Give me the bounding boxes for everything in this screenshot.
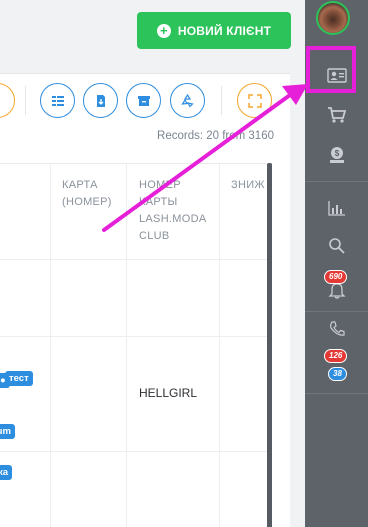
svg-text:$: $ bbox=[334, 149, 339, 158]
money-icon: $ bbox=[329, 147, 344, 163]
toolbar-separator bbox=[25, 86, 26, 115]
column-header-discount[interactable]: ЗНИЖ bbox=[231, 177, 271, 194]
archive-icon bbox=[137, 95, 150, 106]
columns-icon bbox=[51, 95, 64, 106]
new-client-label: НОВИЙ КЛІЄНТ bbox=[177, 23, 272, 38]
stats-nav-item[interactable] bbox=[305, 188, 368, 228]
column-divider bbox=[219, 164, 220, 527]
user-avatar[interactable] bbox=[316, 1, 350, 35]
column-divider bbox=[126, 164, 127, 527]
stats-icon bbox=[327, 201, 345, 216]
column-header-club-card[interactable]: НОМЕР КАРТЫ LASH.MODA CLUB bbox=[139, 177, 215, 245]
records-count: Records: 20 from 3160 bbox=[157, 130, 274, 142]
top-bar: + НОВИЙ КЛІЄНТ bbox=[0, 0, 305, 62]
table-toolbar bbox=[0, 74, 290, 128]
new-calls-badge: 38 bbox=[328, 367, 347, 381]
sidebar-divider bbox=[305, 181, 368, 182]
fullscreen-button[interactable] bbox=[237, 83, 272, 118]
calls-nav-item[interactable] bbox=[305, 309, 368, 349]
column-divider bbox=[50, 164, 51, 527]
search-icon bbox=[328, 238, 345, 254]
fullscreen-icon bbox=[247, 93, 262, 108]
download-icon bbox=[96, 94, 105, 107]
archive-button[interactable] bbox=[126, 83, 161, 118]
cart-icon bbox=[327, 107, 346, 123]
column-header-card[interactable]: КАРТА (НОМЕР) bbox=[62, 177, 122, 211]
missed-calls-badge: 126 bbox=[324, 349, 348, 363]
clients-panel: Records: 20 from 3160 КАРТА (НОМЕР) НОМЕ… bbox=[0, 73, 290, 527]
row-divider bbox=[0, 259, 272, 260]
shop-nav-item[interactable] bbox=[305, 95, 368, 135]
recycle-button[interactable] bbox=[170, 83, 205, 118]
export-button[interactable] bbox=[83, 83, 118, 118]
client-tag: ка bbox=[0, 465, 13, 480]
table-scrollbar[interactable] bbox=[267, 163, 272, 527]
new-client-button[interactable]: + НОВИЙ КЛІЄНТ bbox=[137, 12, 291, 49]
annotation-highlight-box bbox=[306, 46, 356, 93]
search-nav-item[interactable] bbox=[305, 226, 368, 266]
client-tag: ium bbox=[0, 424, 15, 439]
toolbar-separator bbox=[221, 86, 222, 115]
recycle-icon bbox=[181, 93, 194, 108]
row-divider bbox=[0, 336, 272, 337]
row-divider bbox=[0, 451, 272, 452]
plus-icon: + bbox=[156, 23, 171, 38]
finance-nav-item[interactable]: $ bbox=[305, 135, 368, 175]
club-card-cell: HELLGIRL bbox=[139, 386, 198, 400]
notifications-count-badge: 690 bbox=[324, 270, 348, 284]
partial-toolbar-button[interactable] bbox=[0, 83, 15, 118]
client-tag: тест bbox=[5, 371, 33, 386]
sidebar-divider bbox=[305, 393, 368, 394]
columns-button[interactable] bbox=[40, 83, 75, 118]
phone-icon bbox=[329, 321, 345, 336]
clients-table: КАРТА (НОМЕР) НОМЕР КАРТЫ LASH.MODA CLUB… bbox=[0, 163, 272, 527]
